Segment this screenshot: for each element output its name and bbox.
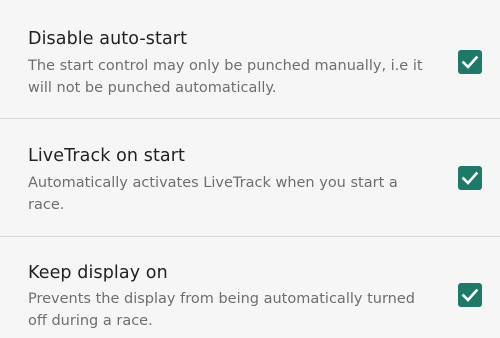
setting-description: The start control may only be punched ma… <box>28 58 423 96</box>
check-icon <box>461 171 479 185</box>
check-icon <box>461 288 479 302</box>
setting-row-disable-auto-start[interactable]: Disable auto-start The start control may… <box>0 0 500 118</box>
keep-display-on-checkbox[interactable] <box>458 283 482 307</box>
livetrack-on-start-checkbox[interactable] <box>458 166 482 190</box>
disable-auto-start-checkbox[interactable] <box>458 50 482 74</box>
setting-row-livetrack-on-start[interactable]: LiveTrack on start Automatically activat… <box>0 119 500 236</box>
setting-description: Prevents the display from being automati… <box>28 291 415 329</box>
setting-description: Automatically activates LiveTrack when y… <box>28 175 398 213</box>
setting-row-keep-display-on[interactable]: Keep display on Prevents the display fro… <box>0 237 500 338</box>
setting-title: Keep display on <box>28 263 168 283</box>
setting-title: LiveTrack on start <box>28 146 186 166</box>
check-icon <box>461 55 479 69</box>
setting-title: Disable auto-start <box>28 29 188 49</box>
settings-list: Disable auto-start The start control may… <box>0 0 500 338</box>
